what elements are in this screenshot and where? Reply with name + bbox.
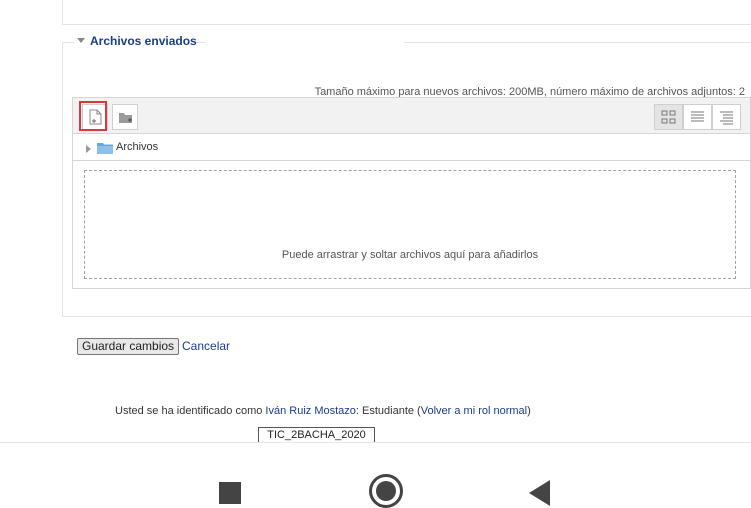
triangle-right-icon[interactable] [86, 145, 91, 153]
icons-view-button[interactable] [654, 104, 683, 130]
fieldset-border-left [62, 42, 74, 43]
file-dropzone[interactable] [84, 170, 736, 279]
cancel-link[interactable]: Cancelar [182, 339, 230, 353]
fieldset-legend[interactable]: Archivos enviados [77, 34, 197, 48]
view-switcher [654, 104, 742, 130]
course-home-button[interactable]: TIC_2BACHA_2020 [258, 427, 375, 443]
login-info: Usted se ha identificado como Iván Ruiz … [115, 405, 531, 417]
save-changes-button[interactable]: Guardar cambios [77, 338, 180, 355]
path-folder-link[interactable]: Archivos [116, 141, 158, 153]
dropzone-text: Puede arrastrar y soltar archivos aquí p… [281, 249, 539, 261]
square-icon[interactable] [219, 482, 241, 504]
create-folder-icon [119, 113, 132, 123]
icons-view-icon [661, 110, 676, 124]
list-view-icon [691, 111, 704, 122]
list-view-button[interactable] [683, 104, 712, 130]
fieldset-legend-label: Archivos enviados [90, 34, 197, 48]
back-triangle-icon[interactable] [529, 480, 550, 506]
tree-view-button[interactable] [712, 104, 741, 130]
filemanager-path-bar [72, 134, 751, 161]
user-profile-link[interactable]: Iván Ruiz Mostazo [265, 405, 355, 417]
create-folder-button[interactable] [112, 104, 138, 130]
previous-section-panel [62, 0, 751, 25]
filemanager-toolbar [72, 97, 751, 134]
login-prefix: Usted se ha identificado como [115, 405, 266, 417]
folder-icon [97, 143, 113, 154]
tree-view-icon [720, 111, 733, 125]
triangle-down-icon[interactable] [77, 38, 85, 43]
fieldset-border-far [404, 42, 751, 43]
home-dot [376, 481, 396, 501]
role-text: : Estudiante ( [355, 405, 421, 417]
return-role-link[interactable]: Volver a mi rol normal [421, 405, 527, 417]
role-suffix: ) [527, 405, 531, 417]
add-file-highlight [79, 101, 107, 131]
